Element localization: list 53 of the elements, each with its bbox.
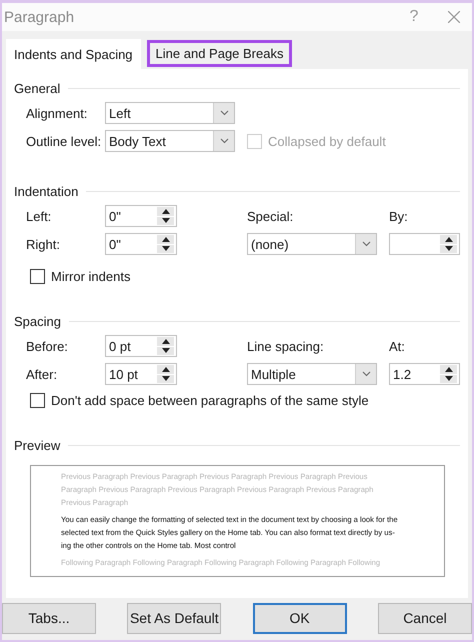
up-arrow-icon[interactable]: [444, 236, 452, 242]
close-icon[interactable]: [448, 11, 460, 23]
field-label: Right:: [26, 236, 61, 252]
dialog-button[interactable]: Tabs...: [2, 602, 96, 634]
up-arrow-icon[interactable]: [162, 366, 170, 372]
field-label: Before:: [26, 338, 69, 354]
dialog-button[interactable]: Cancel: [378, 602, 472, 634]
checkbox[interactable]: [30, 393, 45, 408]
up-arrow-icon[interactable]: [162, 236, 170, 242]
checkbox-label: Don't add space between paragraphs of the same style: [51, 393, 369, 408]
outline-level-dropdown[interactable]: Body Text: [105, 130, 235, 152]
alignment-dropdown[interactable]: Left: [105, 102, 235, 124]
section-heading: General: [14, 81, 60, 96]
field-label: Outline level:: [26, 134, 102, 148]
down-arrow-icon[interactable]: [162, 348, 170, 354]
section-heading: Indentation: [14, 184, 78, 199]
up-arrow-icon[interactable]: [444, 366, 452, 372]
at-field[interactable]: 1.2: [389, 363, 460, 385]
down-arrow-icon[interactable]: [444, 376, 452, 382]
by-field[interactable]: [389, 233, 460, 255]
after-spacing-field[interactable]: 10 pt: [105, 363, 177, 385]
field-label: Special:: [247, 208, 294, 224]
dialog-button[interactable]: Set As Default: [127, 602, 222, 634]
tab[interactable]: Line and Page Breaks: [146, 40, 292, 67]
checkbox-label: Mirror indents: [51, 269, 130, 284]
down-arrow-icon[interactable]: [162, 376, 170, 382]
up-arrow-icon[interactable]: [162, 338, 170, 344]
field-label: Line spacing:: [247, 338, 325, 354]
up-arrow-icon[interactable]: [162, 208, 170, 214]
field-label: At:: [389, 338, 406, 354]
tab[interactable]: Indents and Spacing: [6, 39, 141, 69]
chevron-down-icon: [220, 138, 228, 144]
before-spacing-field[interactable]: 0 pt: [105, 335, 177, 357]
dialog-button[interactable]: OK: [252, 602, 347, 634]
left-indent-field[interactable]: 0": [105, 205, 177, 227]
field-label: By:: [389, 208, 409, 224]
field-label: After:: [26, 366, 58, 382]
down-arrow-icon[interactable]: [162, 218, 170, 224]
field-label: Left:: [26, 208, 52, 224]
down-arrow-icon[interactable]: [162, 246, 170, 252]
chevron-down-icon: [362, 241, 370, 247]
chevron-down-icon: [220, 110, 228, 116]
field-label: Alignment:: [26, 106, 88, 120]
checkbox-label: Collapsed by default: [268, 134, 386, 148]
line-spacing-dropdown[interactable]: Multiple: [247, 363, 377, 385]
chevron-down-icon: [362, 371, 370, 377]
section-heading: Spacing: [14, 314, 61, 329]
special-dropdown[interactable]: (none): [247, 233, 377, 255]
window-title: Paragraph: [4, 8, 76, 26]
down-arrow-icon[interactable]: [444, 246, 452, 252]
right-indent-field[interactable]: 0": [105, 233, 177, 255]
section-heading: Preview: [14, 438, 60, 453]
checkbox[interactable]: [30, 269, 45, 284]
